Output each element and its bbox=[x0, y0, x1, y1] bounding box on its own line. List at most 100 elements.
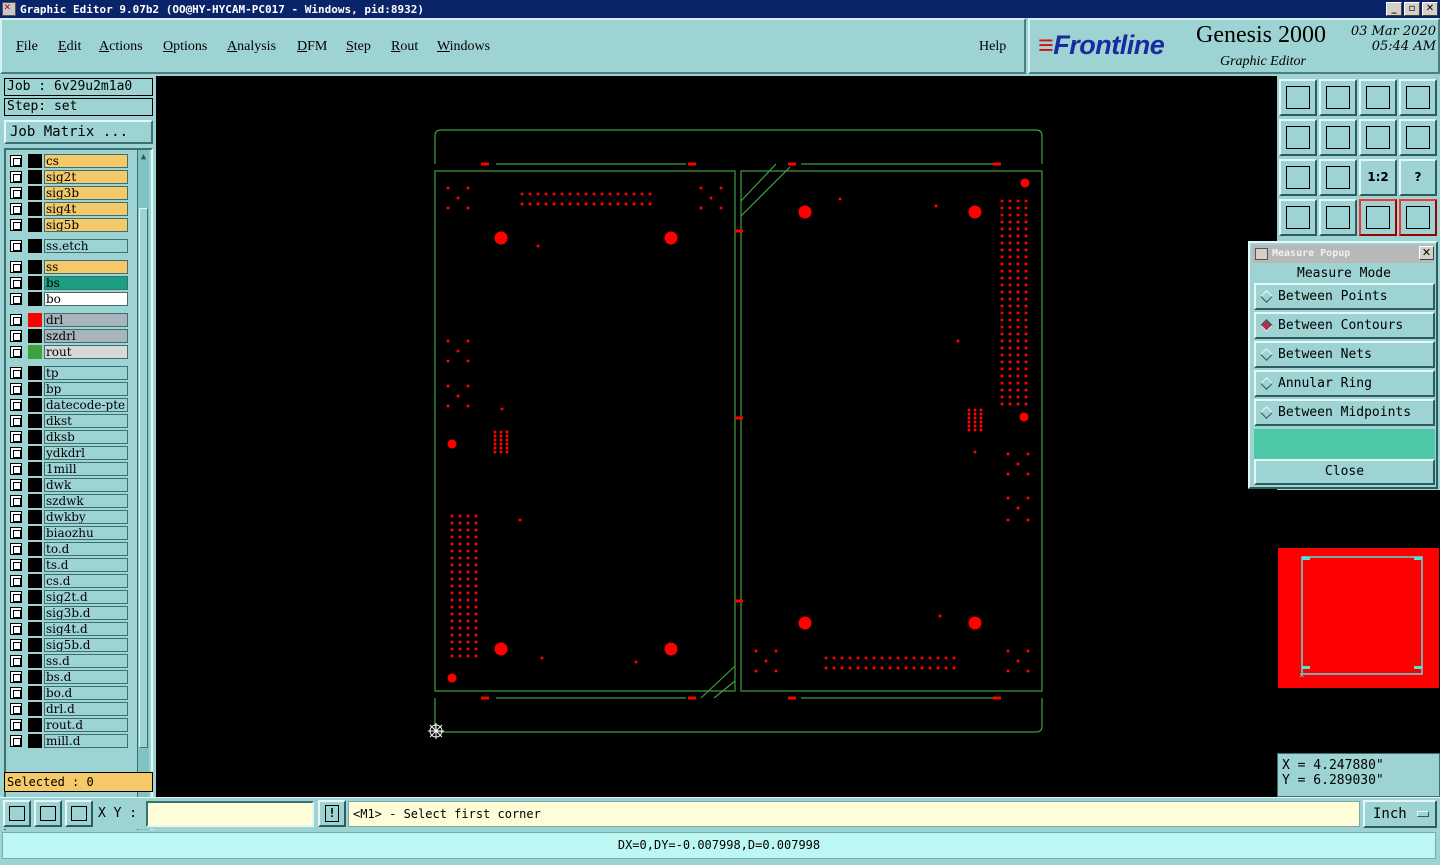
layer-color-swatch[interactable] bbox=[28, 558, 42, 572]
layer-checkbox[interactable] bbox=[10, 591, 22, 603]
layer-color-swatch[interactable] bbox=[28, 478, 42, 492]
measure-option-between-contours[interactable]: Between Contours bbox=[1254, 312, 1435, 339]
layer-color-swatch[interactable] bbox=[28, 510, 42, 524]
layer-color-swatch[interactable] bbox=[28, 186, 42, 200]
layer-color-swatch[interactable] bbox=[28, 260, 42, 274]
fit-button[interactable] bbox=[1279, 159, 1317, 196]
layer-name[interactable]: biaozhu bbox=[44, 526, 128, 540]
graphic-canvas[interactable] bbox=[156, 76, 1277, 797]
layer-row-bp[interactable]: bp bbox=[8, 382, 128, 396]
layer-checkbox[interactable] bbox=[10, 277, 22, 289]
layer-checkbox[interactable] bbox=[10, 623, 22, 635]
layer-row-szdrl[interactable]: szdrl bbox=[8, 329, 128, 343]
layer-row-datecode-pte[interactable]: datecode-pte bbox=[8, 398, 128, 412]
layer-checkbox[interactable] bbox=[10, 399, 22, 411]
layer-checkbox[interactable] bbox=[10, 219, 22, 231]
layer-row-sig4t-d[interactable]: sig4t.d bbox=[8, 622, 128, 636]
layer-color-swatch[interactable] bbox=[28, 276, 42, 290]
menu-options[interactable]: Options bbox=[163, 39, 207, 55]
layer-checkbox[interactable] bbox=[10, 735, 22, 747]
measure-snap-button[interactable] bbox=[3, 800, 31, 827]
layer-row-tp[interactable]: tp bbox=[8, 366, 128, 380]
layer-row-sig5b-d[interactable]: sig5b.d bbox=[8, 638, 128, 652]
help-button[interactable]: ? bbox=[1399, 159, 1437, 196]
zoom-home-button[interactable] bbox=[1279, 79, 1317, 116]
layer-checkbox[interactable] bbox=[10, 261, 22, 273]
layer-row-bs-d[interactable]: bs.d bbox=[8, 670, 128, 684]
zoom-down-button[interactable] bbox=[1319, 79, 1357, 116]
menu-file[interactable]: File bbox=[16, 39, 38, 55]
layer-color-swatch[interactable] bbox=[28, 313, 42, 327]
center-button[interactable] bbox=[1319, 159, 1357, 196]
layer-row-ydkdrl[interactable]: ydkdrl bbox=[8, 446, 128, 460]
layer-name[interactable]: drl.d bbox=[44, 702, 128, 716]
layer-row-sig2t[interactable]: sig2t bbox=[8, 170, 128, 184]
layer-name[interactable]: szdrl bbox=[44, 329, 128, 343]
layer-checkbox[interactable] bbox=[10, 671, 22, 683]
layer-color-swatch[interactable] bbox=[28, 654, 42, 668]
layer-list[interactable]: cs sig2t sig3b sig4t sig5b ss.etch ss bs bo drl sz… bbox=[4, 148, 153, 832]
menu-analysis[interactable]: Analysis bbox=[227, 39, 276, 55]
layer-checkbox[interactable] bbox=[10, 463, 22, 475]
layer-name[interactable]: bo bbox=[44, 292, 128, 306]
layer-checkbox[interactable] bbox=[10, 240, 22, 252]
measure-option-between-midpoints[interactable]: Between Midpoints bbox=[1254, 399, 1435, 426]
minimize-button[interactable]: _ bbox=[1386, 2, 1402, 16]
layer-color-swatch[interactable] bbox=[28, 590, 42, 604]
close-window-button[interactable]: ✕ bbox=[1422, 2, 1438, 16]
layer-row-rout-d[interactable]: rout.d bbox=[8, 718, 128, 732]
menu-windows[interactable]: Windows bbox=[437, 39, 490, 55]
layer-checkbox[interactable] bbox=[10, 527, 22, 539]
layer-row-cs[interactable]: cs bbox=[8, 154, 128, 168]
layer-checkbox[interactable] bbox=[10, 293, 22, 305]
layer-row-mill-d[interactable]: mill.d bbox=[8, 734, 128, 748]
menu-help[interactable]: Help bbox=[979, 39, 1006, 55]
job-matrix-button[interactable]: Job Matrix ... bbox=[4, 120, 153, 144]
layer-row-sig4t[interactable]: sig4t bbox=[8, 202, 128, 216]
pan-right-button[interactable] bbox=[1319, 119, 1357, 156]
layer-checkbox[interactable] bbox=[10, 575, 22, 587]
layer-row-dkst[interactable]: dkst bbox=[8, 414, 128, 428]
layer-name[interactable]: sig5b.d bbox=[44, 638, 128, 652]
layer-row-ss[interactable]: ss bbox=[8, 260, 128, 274]
menu-rout[interactable]: Rout bbox=[391, 39, 418, 55]
layer-checkbox[interactable] bbox=[10, 346, 22, 358]
layer-checkbox[interactable] bbox=[10, 495, 22, 507]
layer-name[interactable]: cs bbox=[44, 154, 128, 168]
layer-name[interactable]: bp bbox=[44, 382, 128, 396]
layer-name[interactable]: sig5b bbox=[44, 218, 128, 232]
snap-button[interactable] bbox=[1399, 119, 1437, 156]
layer-row-dwkby[interactable]: dwkby bbox=[8, 510, 128, 524]
layer-color-swatch[interactable] bbox=[28, 366, 42, 380]
layer-color-swatch[interactable] bbox=[28, 414, 42, 428]
layer-scrollbar[interactable]: ▲ ▼ bbox=[137, 150, 149, 830]
layer-name[interactable]: 1mill bbox=[44, 462, 128, 476]
layer-color-swatch[interactable] bbox=[28, 494, 42, 508]
measure-close-button[interactable]: Close bbox=[1254, 459, 1435, 485]
layer-name[interactable]: cs.d bbox=[44, 574, 128, 588]
layer-color-swatch[interactable] bbox=[28, 526, 42, 540]
menu-dfm[interactable]: DFM bbox=[297, 39, 327, 55]
layer-color-swatch[interactable] bbox=[28, 670, 42, 684]
alert-button[interactable]: ! bbox=[318, 800, 346, 827]
layer-checkbox[interactable] bbox=[10, 187, 22, 199]
layer-row-bs[interactable]: bs bbox=[8, 276, 128, 290]
layer-name[interactable]: drl bbox=[44, 313, 128, 327]
measure-mode-button[interactable] bbox=[34, 800, 62, 827]
layer-color-swatch[interactable] bbox=[28, 574, 42, 588]
layer-row-sig2t-d[interactable]: sig2t.d bbox=[8, 590, 128, 604]
layer-checkbox[interactable] bbox=[10, 447, 22, 459]
layer-row-bo-d[interactable]: bo.d bbox=[8, 686, 128, 700]
layer-checkbox[interactable] bbox=[10, 415, 22, 427]
layer-color-swatch[interactable] bbox=[28, 398, 42, 412]
layer-name[interactable]: bs.d bbox=[44, 670, 128, 684]
layer-name[interactable]: bs bbox=[44, 276, 128, 290]
layer-row-drl[interactable]: drl bbox=[8, 313, 128, 327]
layer-name[interactable]: sig4t.d bbox=[44, 622, 128, 636]
layer-name[interactable]: to.d bbox=[44, 542, 128, 556]
layer-name[interactable]: ydkdrl bbox=[44, 446, 128, 460]
layer-row-1mill[interactable]: 1mill bbox=[8, 462, 128, 476]
layer-name[interactable]: dkst bbox=[44, 414, 128, 428]
layer-name[interactable]: sig2t bbox=[44, 170, 128, 184]
layer-row-cs-d[interactable]: cs.d bbox=[8, 574, 128, 588]
